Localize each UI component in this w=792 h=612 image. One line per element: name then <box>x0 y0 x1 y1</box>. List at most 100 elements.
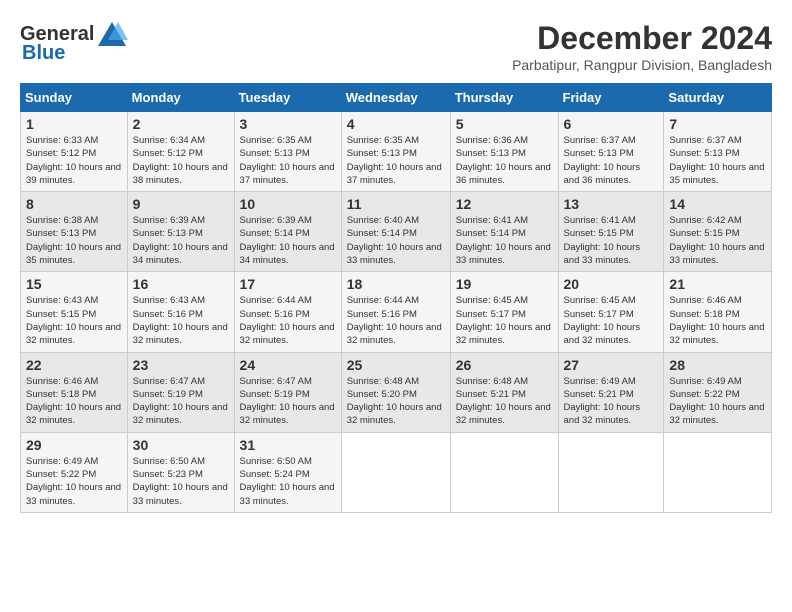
day-number: 20 <box>564 276 659 292</box>
day-number: 21 <box>669 276 766 292</box>
logo: General Blue <box>20 20 128 65</box>
day-cell: 19 Sunrise: 6:45 AMSunset: 5:17 PMDaylig… <box>450 272 558 352</box>
day-number: 15 <box>26 276 122 292</box>
day-detail: Sunrise: 6:35 AMSunset: 5:13 PMDaylight:… <box>240 135 335 186</box>
weekday-header-row: SundayMondayTuesdayWednesdayThursdayFrid… <box>21 84 772 112</box>
day-cell: 9 Sunrise: 6:39 AMSunset: 5:13 PMDayligh… <box>127 192 234 272</box>
day-number: 10 <box>240 196 336 212</box>
day-cell: 30 Sunrise: 6:50 AMSunset: 5:23 PMDaylig… <box>127 432 234 512</box>
day-cell: 6 Sunrise: 6:37 AMSunset: 5:13 PMDayligh… <box>558 112 664 192</box>
day-cell: 29 Sunrise: 6:49 AMSunset: 5:22 PMDaylig… <box>21 432 128 512</box>
day-cell: 13 Sunrise: 6:41 AMSunset: 5:15 PMDaylig… <box>558 192 664 272</box>
day-detail: Sunrise: 6:44 AMSunset: 5:16 PMDaylight:… <box>347 295 442 346</box>
day-number: 1 <box>26 116 122 132</box>
day-cell: 15 Sunrise: 6:43 AMSunset: 5:15 PMDaylig… <box>21 272 128 352</box>
week-row-2: 8 Sunrise: 6:38 AMSunset: 5:13 PMDayligh… <box>21 192 772 272</box>
day-cell: 10 Sunrise: 6:39 AMSunset: 5:14 PMDaylig… <box>234 192 341 272</box>
day-cell: 21 Sunrise: 6:46 AMSunset: 5:18 PMDaylig… <box>664 272 772 352</box>
month-title: December 2024 <box>512 20 772 57</box>
weekday-header-thursday: Thursday <box>450 84 558 112</box>
week-row-3: 15 Sunrise: 6:43 AMSunset: 5:15 PMDaylig… <box>21 272 772 352</box>
weekday-header-wednesday: Wednesday <box>341 84 450 112</box>
day-number: 7 <box>669 116 766 132</box>
day-detail: Sunrise: 6:37 AMSunset: 5:13 PMDaylight:… <box>669 135 764 186</box>
day-cell: 14 Sunrise: 6:42 AMSunset: 5:15 PMDaylig… <box>664 192 772 272</box>
location-title: Parbatipur, Rangpur Division, Bangladesh <box>512 57 772 73</box>
day-cell: 11 Sunrise: 6:40 AMSunset: 5:14 PMDaylig… <box>341 192 450 272</box>
weekday-header-sunday: Sunday <box>21 84 128 112</box>
day-detail: Sunrise: 6:48 AMSunset: 5:20 PMDaylight:… <box>347 376 442 427</box>
day-detail: Sunrise: 6:47 AMSunset: 5:19 PMDaylight:… <box>240 376 335 427</box>
day-cell: 7 Sunrise: 6:37 AMSunset: 5:13 PMDayligh… <box>664 112 772 192</box>
day-number: 6 <box>564 116 659 132</box>
day-detail: Sunrise: 6:33 AMSunset: 5:12 PMDaylight:… <box>26 135 121 186</box>
day-cell: 25 Sunrise: 6:48 AMSunset: 5:20 PMDaylig… <box>341 352 450 432</box>
day-cell: 2 Sunrise: 6:34 AMSunset: 5:12 PMDayligh… <box>127 112 234 192</box>
day-detail: Sunrise: 6:48 AMSunset: 5:21 PMDaylight:… <box>456 376 551 427</box>
day-detail: Sunrise: 6:41 AMSunset: 5:15 PMDaylight:… <box>564 215 641 266</box>
day-detail: Sunrise: 6:39 AMSunset: 5:13 PMDaylight:… <box>133 215 228 266</box>
day-cell: 23 Sunrise: 6:47 AMSunset: 5:19 PMDaylig… <box>127 352 234 432</box>
day-cell: 5 Sunrise: 6:36 AMSunset: 5:13 PMDayligh… <box>450 112 558 192</box>
day-cell: 18 Sunrise: 6:44 AMSunset: 5:16 PMDaylig… <box>341 272 450 352</box>
day-detail: Sunrise: 6:47 AMSunset: 5:19 PMDaylight:… <box>133 376 228 427</box>
day-cell: 1 Sunrise: 6:33 AMSunset: 5:12 PMDayligh… <box>21 112 128 192</box>
day-number: 16 <box>133 276 229 292</box>
day-cell: 16 Sunrise: 6:43 AMSunset: 5:16 PMDaylig… <box>127 272 234 352</box>
day-detail: Sunrise: 6:40 AMSunset: 5:14 PMDaylight:… <box>347 215 442 266</box>
day-detail: Sunrise: 6:42 AMSunset: 5:15 PMDaylight:… <box>669 215 764 266</box>
day-cell: 24 Sunrise: 6:47 AMSunset: 5:19 PMDaylig… <box>234 352 341 432</box>
day-number: 5 <box>456 116 553 132</box>
calendar-table: SundayMondayTuesdayWednesdayThursdayFrid… <box>20 83 772 513</box>
day-detail: Sunrise: 6:46 AMSunset: 5:18 PMDaylight:… <box>26 376 121 427</box>
day-detail: Sunrise: 6:43 AMSunset: 5:15 PMDaylight:… <box>26 295 121 346</box>
day-detail: Sunrise: 6:50 AMSunset: 5:24 PMDaylight:… <box>240 456 335 507</box>
day-cell: 26 Sunrise: 6:48 AMSunset: 5:21 PMDaylig… <box>450 352 558 432</box>
weekday-header-monday: Monday <box>127 84 234 112</box>
day-number: 18 <box>347 276 445 292</box>
weekday-header-saturday: Saturday <box>664 84 772 112</box>
header: General Blue December 2024 Parbatipur, R… <box>20 20 772 73</box>
weekday-header-friday: Friday <box>558 84 664 112</box>
day-detail: Sunrise: 6:36 AMSunset: 5:13 PMDaylight:… <box>456 135 551 186</box>
day-number: 26 <box>456 357 553 373</box>
day-cell <box>664 432 772 512</box>
title-area: December 2024 Parbatipur, Rangpur Divisi… <box>512 20 772 73</box>
day-cell: 27 Sunrise: 6:49 AMSunset: 5:21 PMDaylig… <box>558 352 664 432</box>
day-number: 2 <box>133 116 229 132</box>
day-number: 12 <box>456 196 553 212</box>
weekday-header-tuesday: Tuesday <box>234 84 341 112</box>
day-detail: Sunrise: 6:39 AMSunset: 5:14 PMDaylight:… <box>240 215 335 266</box>
day-cell: 22 Sunrise: 6:46 AMSunset: 5:18 PMDaylig… <box>21 352 128 432</box>
day-cell: 20 Sunrise: 6:45 AMSunset: 5:17 PMDaylig… <box>558 272 664 352</box>
day-number: 29 <box>26 437 122 453</box>
day-cell: 12 Sunrise: 6:41 AMSunset: 5:14 PMDaylig… <box>450 192 558 272</box>
day-number: 24 <box>240 357 336 373</box>
day-detail: Sunrise: 6:50 AMSunset: 5:23 PMDaylight:… <box>133 456 228 507</box>
day-detail: Sunrise: 6:34 AMSunset: 5:12 PMDaylight:… <box>133 135 228 186</box>
day-detail: Sunrise: 6:49 AMSunset: 5:22 PMDaylight:… <box>669 376 764 427</box>
day-number: 31 <box>240 437 336 453</box>
day-number: 8 <box>26 196 122 212</box>
day-detail: Sunrise: 6:44 AMSunset: 5:16 PMDaylight:… <box>240 295 335 346</box>
week-row-1: 1 Sunrise: 6:33 AMSunset: 5:12 PMDayligh… <box>21 112 772 192</box>
day-cell: 8 Sunrise: 6:38 AMSunset: 5:13 PMDayligh… <box>21 192 128 272</box>
day-cell: 4 Sunrise: 6:35 AMSunset: 5:13 PMDayligh… <box>341 112 450 192</box>
day-cell <box>450 432 558 512</box>
day-number: 25 <box>347 357 445 373</box>
day-number: 9 <box>133 196 229 212</box>
day-detail: Sunrise: 6:46 AMSunset: 5:18 PMDaylight:… <box>669 295 764 346</box>
day-number: 23 <box>133 357 229 373</box>
day-number: 17 <box>240 276 336 292</box>
logo-blue: Blue <box>22 42 65 65</box>
day-cell: 3 Sunrise: 6:35 AMSunset: 5:13 PMDayligh… <box>234 112 341 192</box>
day-number: 14 <box>669 196 766 212</box>
day-detail: Sunrise: 6:37 AMSunset: 5:13 PMDaylight:… <box>564 135 641 186</box>
day-cell: 31 Sunrise: 6:50 AMSunset: 5:24 PMDaylig… <box>234 432 341 512</box>
day-cell <box>341 432 450 512</box>
day-number: 30 <box>133 437 229 453</box>
week-row-4: 22 Sunrise: 6:46 AMSunset: 5:18 PMDaylig… <box>21 352 772 432</box>
day-detail: Sunrise: 6:45 AMSunset: 5:17 PMDaylight:… <box>564 295 641 346</box>
day-number: 13 <box>564 196 659 212</box>
day-detail: Sunrise: 6:49 AMSunset: 5:21 PMDaylight:… <box>564 376 641 427</box>
